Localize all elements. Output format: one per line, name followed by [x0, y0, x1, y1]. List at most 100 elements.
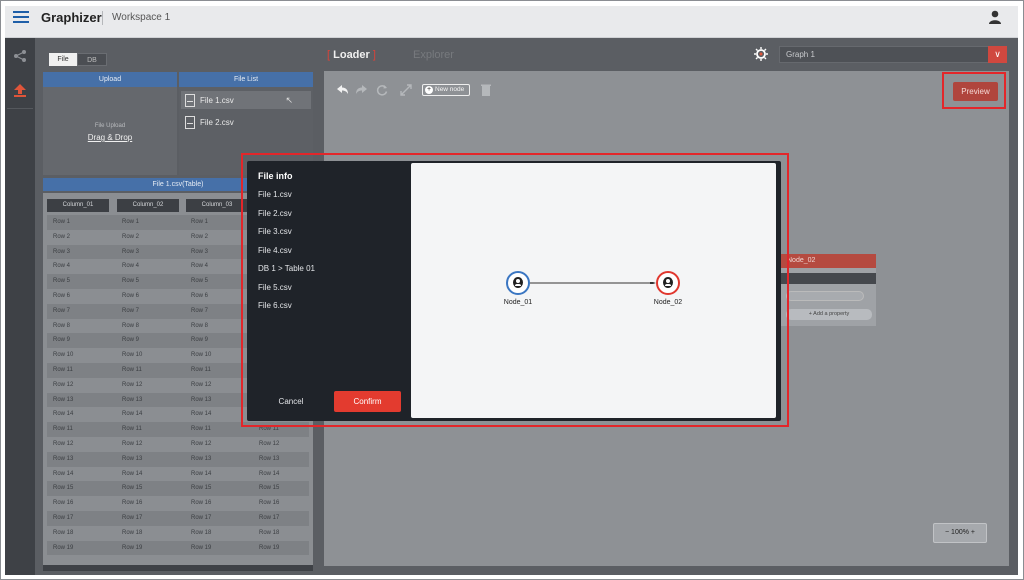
graph-settings-icon[interactable] [753, 46, 769, 62]
graph-node[interactable] [656, 271, 680, 295]
trash-icon[interactable] [479, 83, 493, 97]
user-icon[interactable] [987, 9, 1003, 25]
modal-file-item[interactable]: File 2.csv [258, 209, 292, 218]
app-window: Graphizer Workspace 1 File DB Upload Fil… [0, 0, 1024, 580]
table-cell: Row 18 [53, 529, 74, 536]
redo-icon[interactable] [355, 83, 369, 97]
table-row[interactable]: Row 14 Row 14 Row 14 Row 14 [47, 467, 309, 482]
table-cell: Row 7 [191, 307, 209, 314]
drag-drop-link[interactable]: Drag & Drop [43, 133, 177, 142]
graph-select[interactable]: Graph 1 [779, 46, 1007, 63]
modal-file-item[interactable]: File 5.csv [258, 283, 292, 292]
table-cell: Row 11 [53, 367, 73, 373]
table-row[interactable]: Row 18 Row 18 Row 18 Row 18 [47, 526, 309, 541]
new-node-button[interactable]: New node [422, 84, 470, 96]
modal-file-item[interactable]: File 3.csv [258, 227, 292, 236]
graph-node[interactable] [506, 271, 530, 295]
table-cell: Row 11 [191, 367, 211, 373]
table-row[interactable]: Row 12 Row 12 Row 12 Row 12 [47, 437, 309, 452]
column-header[interactable]: Column_03 [186, 199, 248, 212]
table-cell: Row 10 [122, 352, 143, 359]
table-cell: Row 5 [122, 278, 140, 285]
table-cell: Row 13 [53, 396, 74, 403]
table-cell: Row 14 [122, 411, 143, 418]
table-cell: Row 10 [191, 352, 212, 359]
undo-icon[interactable] [335, 83, 349, 97]
table-cell: Row 3 [122, 248, 140, 255]
modal-file-item[interactable]: DB 1 > Table 01 [258, 264, 315, 273]
table-cell: Row 11 [122, 367, 142, 373]
table-row[interactable]: Row 15 Row 15 Row 15 Row 15 [47, 481, 309, 497]
zoom-control[interactable]: − 100% + [933, 523, 987, 543]
table-cell: Row 16 [122, 500, 143, 507]
table-cell: Row 2 [53, 233, 71, 240]
table-cell: Row 15 [122, 485, 143, 492]
share-icon[interactable] [13, 49, 27, 63]
table-row[interactable]: Row 16 Row 16 Row 16 Row 16 [47, 496, 309, 511]
graph-preview [411, 163, 776, 418]
table-cell: Row 14 [191, 470, 212, 477]
table-cell: Row 3 [53, 248, 71, 255]
table-cell: Row 18 [191, 529, 212, 536]
preview-highlight [942, 72, 1006, 109]
header-divider [102, 11, 103, 25]
table-cell: Row 12 [191, 381, 212, 388]
cursor-icon: ↖ [285, 95, 293, 105]
table-cell: Row 14 [122, 470, 143, 477]
upload-dropzone[interactable] [43, 87, 177, 175]
table-cell: Row 3 [191, 248, 209, 255]
table-cell: Row 13 [191, 455, 212, 462]
table-cell: Row 6 [191, 293, 209, 299]
source-toggle-db[interactable]: DB [77, 53, 107, 66]
cancel-button[interactable]: Cancel [266, 393, 316, 411]
table-cell: Row 8 [53, 322, 71, 329]
file-icon [185, 116, 195, 129]
add-property-button[interactable]: + Add a property [786, 309, 872, 320]
horizontal-scrollbar[interactable] [43, 565, 313, 571]
refresh-icon[interactable] [375, 83, 389, 97]
upload-icon[interactable] [13, 83, 27, 97]
table-cell: Row 4 [122, 263, 140, 270]
menu-icon[interactable] [13, 11, 29, 23]
tab-explorer[interactable]: Explorer [413, 49, 454, 61]
table-row[interactable]: Row 17 Row 17 Row 17 Row 17 [47, 511, 309, 526]
column-header[interactable]: Column_01 [47, 199, 109, 212]
source-toggle-file[interactable]: File [49, 53, 77, 66]
table-cell: Row 16 [259, 500, 280, 507]
expand-icon[interactable] [399, 83, 413, 97]
modal-file-item[interactable]: File 4.csv [258, 246, 292, 255]
table-cell: Row 14 [259, 470, 280, 477]
file-list-item[interactable]: File 2.csv [181, 113, 311, 131]
app-brand: Graphizer [41, 10, 102, 25]
table-cell: Row 12 [191, 441, 212, 447]
chevron-down-icon[interactable]: ∨ [988, 46, 1007, 63]
table-cell: Row 5 [53, 278, 71, 285]
tab-loader[interactable]: [ Loader ] [327, 49, 376, 61]
modal-file-item[interactable]: File 1.csv [258, 190, 292, 199]
table-cell: Row 18 [122, 529, 143, 536]
table-cell: Row 7 [122, 307, 140, 314]
confirm-button[interactable]: Confirm [334, 391, 401, 412]
table-cell: Row 17 [53, 515, 74, 521]
table-cell: Row 4 [191, 263, 209, 270]
table-cell: Row 13 [122, 396, 143, 403]
table-cell: Row 11 [53, 426, 73, 433]
table-cell: Row 12 [259, 441, 280, 447]
table-cell: Row 14 [53, 470, 74, 477]
table-cell: Row 4 [53, 263, 71, 270]
node-property-input[interactable] [786, 291, 864, 301]
table-cell: Row 19 [259, 544, 280, 551]
node-card-bar [779, 273, 876, 284]
table-cell: Row 8 [122, 322, 140, 329]
file-list-item[interactable]: File 1.csv ↖ [181, 91, 311, 109]
table-row[interactable]: Row 13 Row 13 Row 13 Row 13 [47, 451, 309, 467]
modal-file-item[interactable]: File 6.csv [258, 301, 292, 310]
table-cell: Row 5 [191, 278, 209, 285]
upload-header: Upload [43, 72, 177, 87]
workspace-name[interactable]: Workspace 1 [112, 12, 170, 23]
table-row[interactable]: Row 19 Row 19 Row 19 Row 19 [47, 540, 309, 556]
column-header[interactable]: Column_02 [117, 199, 179, 212]
modal-sidebar-title: File info [258, 171, 293, 181]
table-cell: Row 1 [122, 219, 140, 225]
person-icon [663, 277, 673, 288]
